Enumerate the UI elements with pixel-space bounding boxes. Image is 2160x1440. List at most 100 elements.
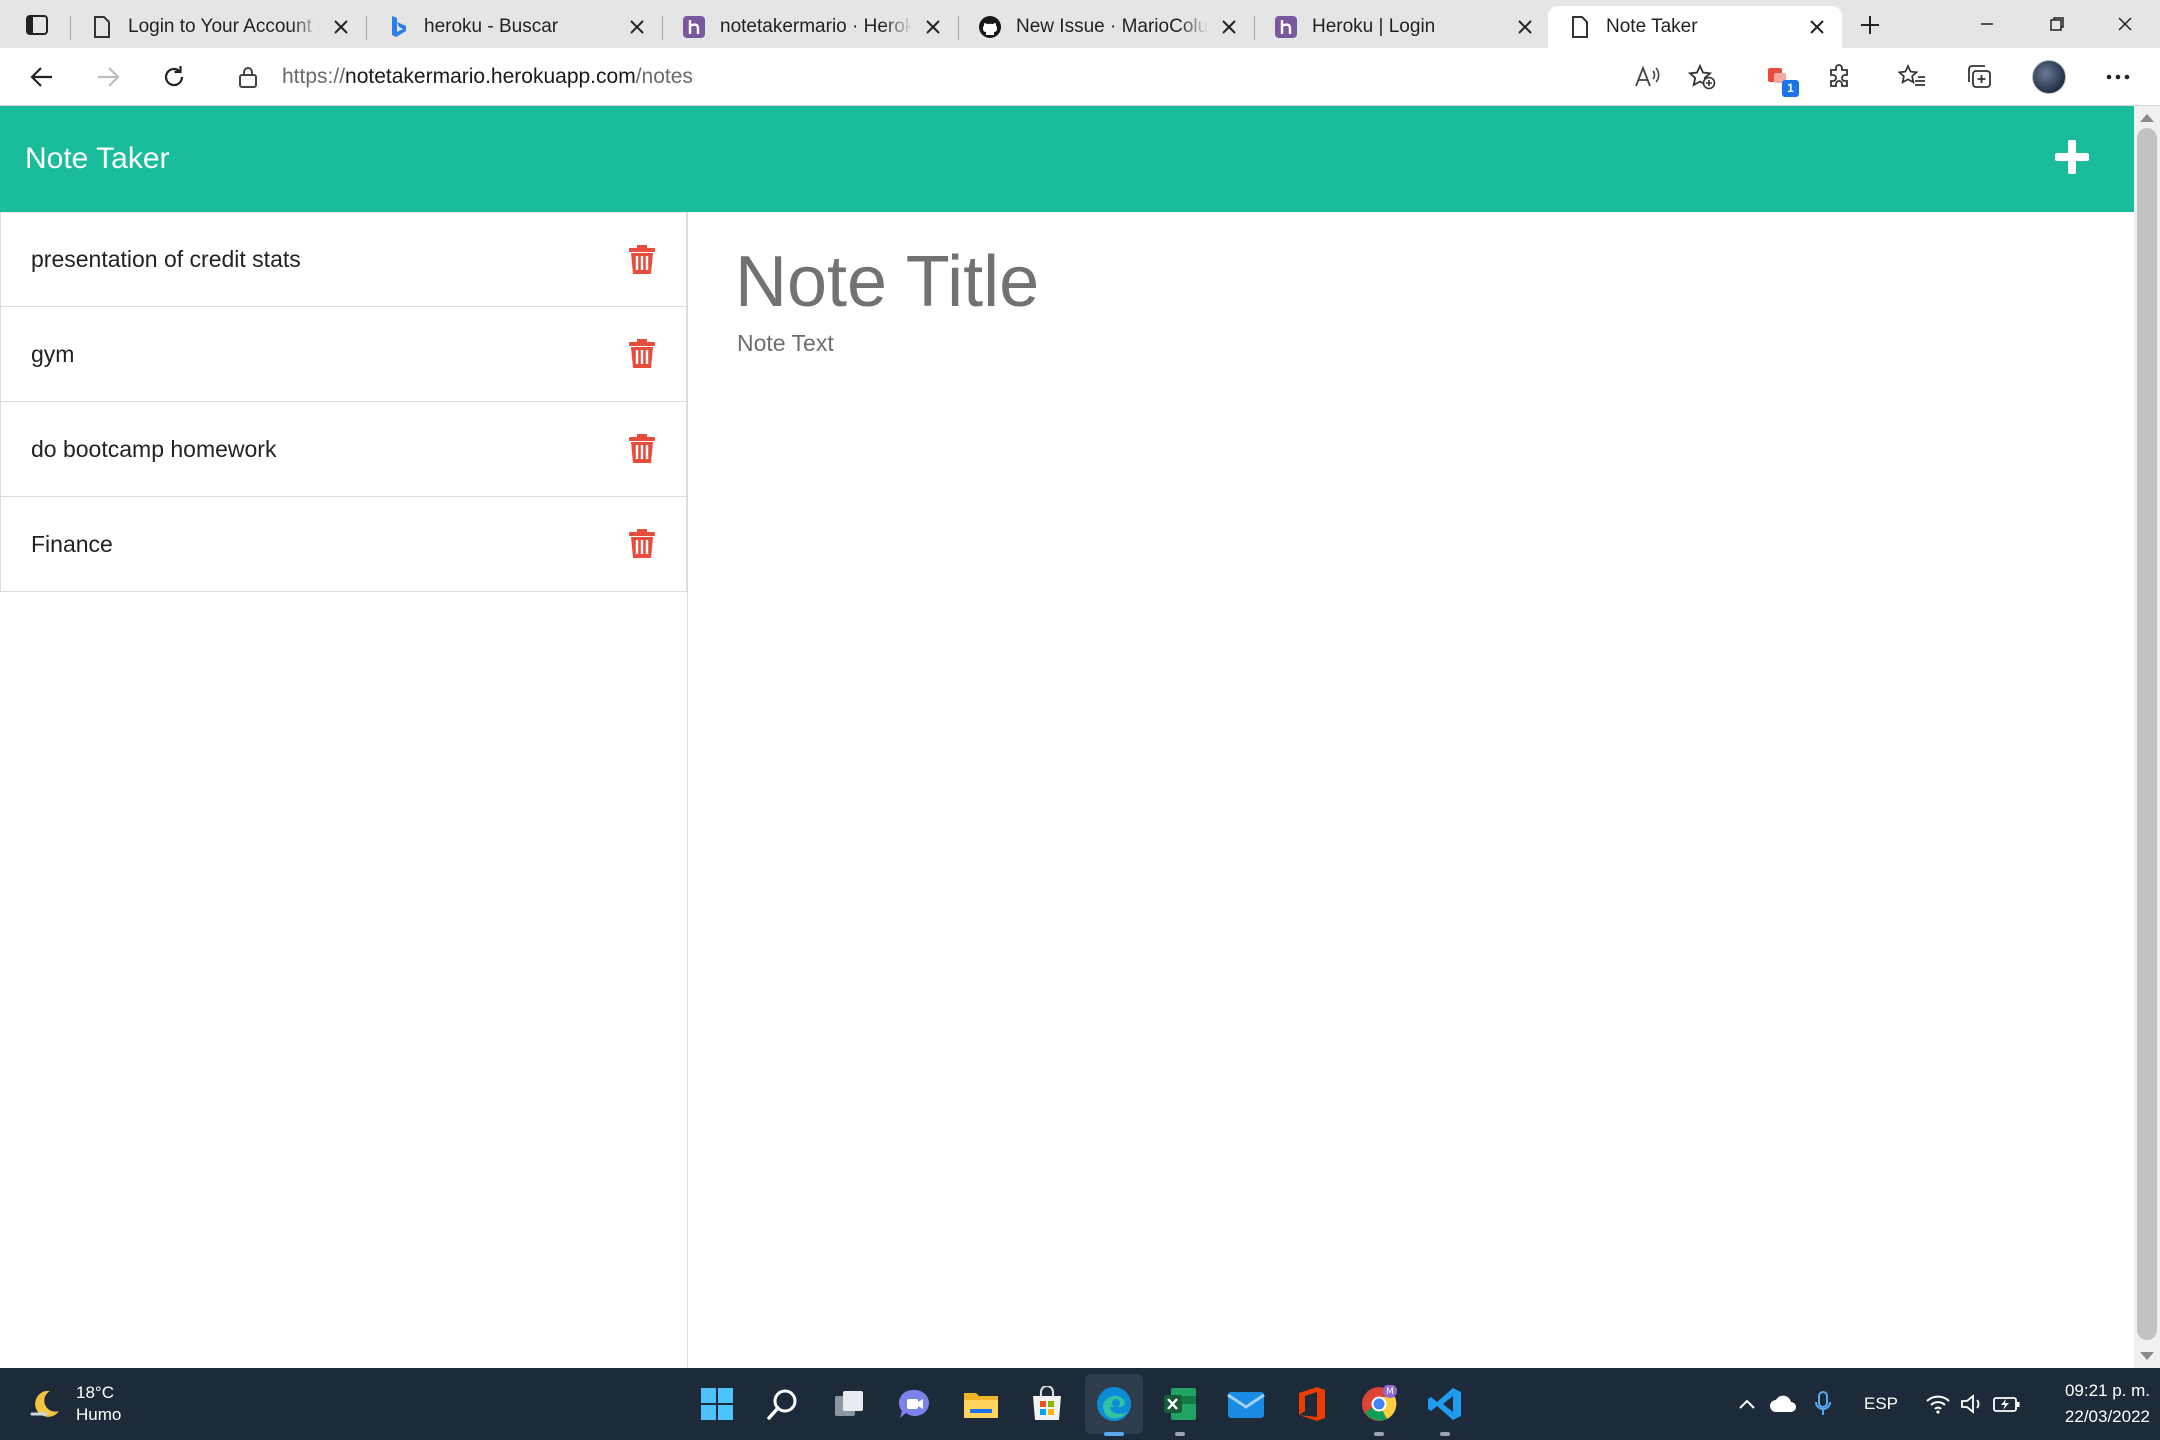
tab-heroku-login[interactable]: Heroku | Login [1254,6,1550,48]
lock-icon[interactable] [236,65,260,89]
trash-icon[interactable] [628,339,656,369]
profile-button[interactable] [2027,55,2071,99]
battery-button[interactable] [1992,1388,2022,1420]
tab-title: heroku - Buscar [424,16,559,37]
tab-github-issue[interactable]: New Issue · MarioColunga [958,6,1254,48]
close-tab-icon[interactable] [922,16,944,38]
teams-chat-button[interactable] [893,1382,937,1426]
new-note-plus-icon[interactable] [2050,136,2094,180]
minimize-window-button[interactable] [1952,0,2022,48]
microphone-button[interactable] [1810,1388,1836,1420]
trash-icon[interactable] [628,529,656,559]
page-viewport: Note Taker presentation of credit stats … [0,106,2160,1368]
note-list-title[interactable]: do bootcamp homework [31,436,628,463]
new-tab-button[interactable] [1850,8,1890,42]
page-scrollbar[interactable] [2134,106,2160,1368]
running-indicator [1175,1432,1185,1436]
vscode-button[interactable] [1423,1382,1467,1436]
tab-title: notetakermario · Heroku [720,16,912,37]
add-favorite-button[interactable] [1680,55,1724,99]
scroll-down-arrow[interactable] [2140,1352,2154,1360]
scroll-up-arrow[interactable] [2140,114,2154,122]
tab-note-taker[interactable]: Note Taker [1548,6,1842,48]
browser-tab-strip: Login to Your Account | Heroku heroku - … [0,0,2160,48]
heroku-icon [1274,15,1298,39]
clock-date: 22/03/2022 [2064,1407,2150,1426]
network-button[interactable] [1924,1388,1952,1420]
windows-taskbar: 18°C Humo M ESP 09:21 p. m. 22/03/2022 [0,1368,2160,1440]
task-view-button[interactable] [827,1382,871,1426]
close-tab-icon[interactable] [626,16,648,38]
office-button[interactable] [1290,1382,1334,1426]
search-button[interactable] [761,1382,805,1426]
collections-button[interactable] [1958,55,2002,99]
collections-icon [1968,65,1991,88]
url-text[interactable]: https://notetakermario.herokuapp.com/not… [282,53,693,101]
tab-bing-search[interactable]: heroku - Buscar [366,6,662,48]
note-list-title[interactable]: gym [31,341,628,368]
more-horizontal-icon [2106,74,2130,80]
back-button[interactable] [20,55,64,99]
store-button[interactable] [1025,1382,1069,1426]
minimize-icon [1981,23,1993,25]
trash-icon[interactable] [628,244,656,275]
excel-button[interactable] [1158,1382,1202,1436]
close-tab-icon[interactable] [1218,16,1240,38]
moon-icon [30,1390,59,1417]
read-aloud-button[interactable] [1626,55,1670,99]
address-bar[interactable]: https://notetakermario.herokuapp.com/not… [216,53,1734,101]
file-explorer-button[interactable] [959,1382,1003,1426]
tab-actions-menu-button[interactable] [18,10,56,40]
list-item[interactable]: presentation of credit stats [0,212,687,307]
tab-separator [958,16,959,40]
tab-separator [366,16,367,40]
star-add-icon [1688,64,1716,90]
heroku-icon [682,15,706,39]
plus-icon [1861,16,1879,34]
trash-icon[interactable] [628,434,656,464]
task-view-icon [835,1391,863,1416]
close-tab-icon[interactable] [330,16,352,38]
system-clock[interactable]: 09:21 p. m. 22/03/2022 [2030,1378,2150,1430]
close-tab-icon[interactable] [1806,16,1828,38]
input-language-button[interactable]: ESP [1856,1388,1906,1420]
onedrive-button[interactable] [1768,1388,1798,1420]
list-item[interactable]: gym [0,307,687,402]
reload-icon [164,66,184,87]
weather-widget[interactable]: 18°C Humo [28,1382,121,1426]
mail-button[interactable] [1224,1382,1268,1426]
chrome-button[interactable]: M [1357,1382,1401,1436]
list-item[interactable]: do bootcamp homework [0,402,687,497]
restore-window-button[interactable] [2022,0,2092,48]
edge-button[interactable] [1092,1382,1136,1436]
close-tab-icon[interactable] [1514,16,1536,38]
volume-button[interactable] [1958,1388,1986,1420]
list-item[interactable]: Finance [0,497,687,592]
note-list: presentation of credit stats gym do boot… [0,212,687,592]
show-hidden-icons-button[interactable] [1734,1388,1760,1420]
page-icon [90,15,114,39]
battery-charging-icon [1993,1397,2020,1412]
favorites-list-icon [1898,64,1925,86]
forward-button[interactable] [86,55,130,99]
tab-title: New Issue · MarioColunga [1016,16,1208,37]
tab-heroku-app[interactable]: notetakermario · Heroku [662,6,958,48]
close-icon [2118,17,2132,31]
start-button[interactable] [695,1382,739,1426]
note-text-textarea[interactable] [737,330,2037,930]
tab-title: Note Taker [1606,16,1698,37]
scrollbar-thumb[interactable] [2137,128,2157,1340]
reload-button[interactable] [152,55,196,99]
weather-condition: Humo [76,1405,122,1424]
note-list-title[interactable]: presentation of credit stats [31,246,628,273]
note-list-title[interactable]: Finance [31,531,628,558]
settings-menu-button[interactable] [2096,55,2140,99]
favorites-button[interactable] [1890,55,1934,99]
extensions-button[interactable] [1818,55,1862,99]
brand-link[interactable]: Note Taker [25,106,170,212]
note-title-input[interactable] [735,232,2035,332]
tab-login-heroku[interactable]: Login to Your Account | Heroku [70,6,366,48]
extension-button[interactable]: 1 [1758,55,1802,99]
close-window-button[interactable] [2090,0,2160,48]
chevron-up-icon [1739,1399,1755,1409]
